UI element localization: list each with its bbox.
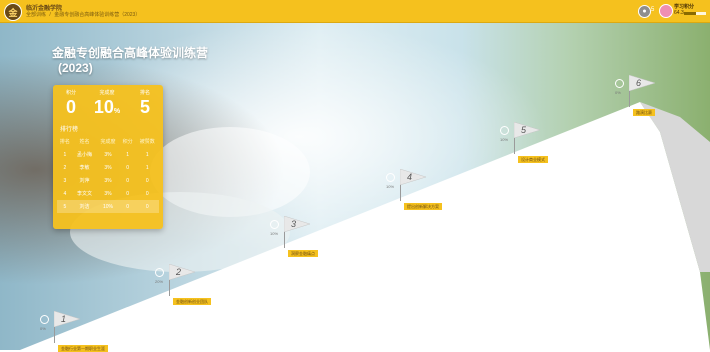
table-row: 2 李敏 3% 0 1 [57,161,159,174]
table-cell: 0 [126,190,129,197]
rank-stat: 排名 5 [130,89,160,121]
page-year: (2023) [58,61,93,75]
user-level: 64.3 [674,10,684,16]
table-cell: 刘洁 [79,204,90,210]
leaderboard-title: 排行榜 [60,127,79,133]
table-cell: 5 [63,203,67,210]
table-cell: 0 [145,203,149,210]
flag-icon: 3 [284,216,310,232]
stage-percent: 10% [500,137,509,142]
column-header: 被赞数 [139,139,155,145]
table-cell: 0 [145,190,149,197]
notification-count: 5 [651,7,655,13]
stage-percent: 0% [40,326,46,331]
stage-number: 1 [61,314,66,324]
score-label: 积分 [65,90,76,96]
table-cell: 1 [145,151,149,158]
table-row-current-user: 5 刘洁 10% 0 0 [57,200,159,213]
stage-number: 6 [636,78,641,88]
breadcrumb: 全部训练 / 金融专创融合高峰体验训练营（2023） [26,11,142,18]
progress-ring-icon [155,268,164,277]
logo[interactable]: 金 [4,3,22,21]
stage-label[interactable]: 设计商业模式 [518,156,548,163]
flag-icon: 2 [169,264,195,280]
level-bar [684,12,706,15]
completion-value: 10% [92,98,122,121]
stage-percent: 0% [615,90,621,95]
rank-value: 5 [130,98,160,121]
table-cell: 0 [126,164,129,171]
completion-stat: 完成度 10% [92,89,122,121]
table-cell: 1 [63,151,67,158]
stage-label[interactable]: 路演比赛 [633,109,655,116]
table-row: 4 李文文 3% 0 0 [57,187,159,200]
table-cell: 3% [104,151,112,158]
level-fill [684,12,697,15]
table-cell: 孟小梅 [76,152,92,158]
completion-unit: % [113,108,121,115]
stage-label[interactable]: 提出创新解决方案 [404,203,442,210]
breadcrumb-all[interactable]: 全部训练 [26,12,46,18]
column-header: 姓名 [79,139,90,145]
table-row: 3 刘萍 3% 0 0 [57,174,159,187]
flag-icon: 6 [629,75,655,91]
table-cell: 刘萍 [79,178,90,184]
table-cell: 3 [63,177,67,184]
table-cell: 3% [104,177,112,184]
table-cell: 3% [104,164,112,171]
stage-number: 4 [407,172,412,182]
rank-number: 5 [139,97,150,117]
progress-ring-icon [40,315,49,324]
top-bar: 金 临沂金融学院 全部训练 / 金融专创融合高峰体验训练营（2023） ● 5 … [0,0,710,23]
table-cell: 0 [126,177,129,184]
stage-label[interactable]: 金融行业第一期职业生涯 [58,345,108,352]
completion-label: 完成度 [99,90,115,96]
column-header: 完成度 [100,139,116,145]
stage-label[interactable]: 洞察金融痛点 [288,250,318,257]
score-stat: 积分 0 [56,89,86,121]
table-cell: 1 [145,164,149,171]
completion-number: 10 [93,97,114,117]
score-value: 0 [56,98,86,121]
breadcrumb-current: 金融专创融合高峰体验训练营（2023） [54,12,141,18]
leaderboard-table: 排名 姓名 完成度 积分 被赞数 1 孟小梅 3% 1 1 2 李敏 3% 0 … [57,135,159,213]
stage-percent: 10% [386,184,395,189]
table-row: 1 孟小梅 3% 1 1 [57,148,159,161]
stats-card: 积分 0 完成度 10% 排名 5 排行榜 排名 姓名 完成度 积分 被赞数 1… [53,85,163,229]
table-cell: 1 [126,151,129,158]
leaderboard-header: 排名 姓名 完成度 积分 被赞数 [57,135,159,148]
bell-icon[interactable]: ● [638,5,651,18]
flag-icon: 1 [54,311,80,327]
page-title: 金融专创融合高峰体验训练营 [52,46,209,60]
stage-label[interactable]: 金融创新创业团队 [173,298,211,305]
rank-label: 排名 [139,90,150,96]
flag-icon: 5 [514,122,540,138]
progress-ring-icon [615,79,624,88]
flag-icon: 4 [400,169,426,185]
breadcrumb-separator: / [49,12,51,18]
table-cell: 0 [126,203,129,210]
avatar[interactable] [659,4,673,18]
table-cell: 李敏 [79,165,90,171]
table-cell: 0 [145,177,149,184]
table-cell: 李文文 [76,191,92,197]
table-cell: 10% [102,203,113,210]
column-header: 积分 [122,139,133,145]
table-cell: 3% [104,190,112,197]
user-name: 学习积分 [674,4,695,10]
table-cell: 2 [63,164,67,171]
stage-percent: 20% [155,279,164,284]
progress-ring-icon [386,173,395,182]
column-header: 排名 [59,139,70,145]
score-number: 0 [65,97,76,117]
progress-ring-icon [500,126,509,135]
table-cell: 4 [63,190,67,197]
progress-ring-icon [270,220,279,229]
stage-percent: 10% [270,231,279,236]
stage-number: 2 [175,267,181,277]
stage-number: 3 [291,219,296,229]
